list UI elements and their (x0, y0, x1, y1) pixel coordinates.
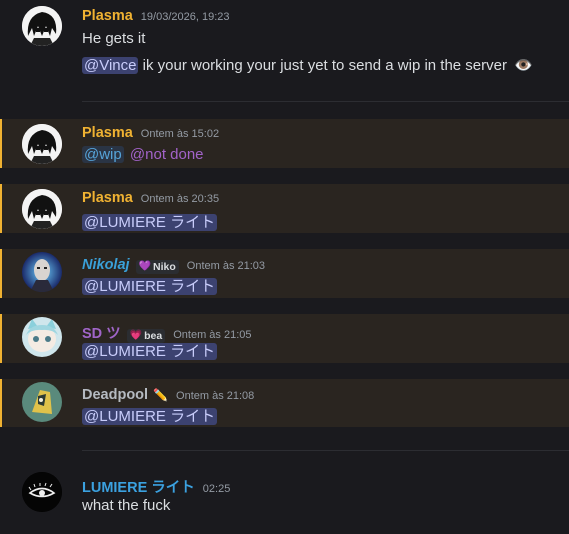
sd-avatar-icon[interactable] (22, 317, 62, 357)
message-text-2: @Vince ik your working your just yet to … (82, 56, 533, 74)
message-6: Deadpool ✏️ Ontem às 21:08 @LUMIERE ライト (0, 379, 569, 427)
divider (82, 101, 569, 102)
plasma-avatar-icon[interactable] (22, 124, 62, 164)
role-mention-wip[interactable]: @wip (82, 146, 124, 163)
message-body: ik your working your just yet to send a … (142, 57, 507, 74)
message-text: He gets it (82, 30, 146, 47)
divider (82, 450, 569, 451)
timestamp: Ontem às 15:02 (140, 128, 220, 140)
role-mention-not-done[interactable]: @not done (128, 146, 206, 163)
message-4: Nikolaj 💜 Niko Ontem às 21:03 @LUMIERE ライ… (0, 249, 569, 298)
user-mention[interactable]: @LUMIERE ライト (82, 343, 218, 360)
timestamp: Ontem às 20:35 (140, 193, 220, 205)
deadpool-avatar-icon[interactable] (22, 382, 62, 422)
timestamp: 19/03/2026, 19:23 (140, 11, 230, 23)
message-text: @LUMIERE ライト (82, 340, 218, 361)
message-2: Plasma Ontem às 15:02 @wip @not done (0, 119, 569, 168)
gem-icon: 💜 (138, 261, 151, 272)
author-name[interactable]: Nikolaj (82, 257, 130, 273)
plasma-avatar-icon[interactable] (22, 6, 62, 46)
user-mention[interactable]: @LUMIERE ライト (82, 214, 218, 231)
plasma-avatar-icon[interactable] (22, 189, 62, 229)
lumiere-avatar-icon[interactable] (22, 472, 62, 512)
author-name[interactable]: Plasma (82, 125, 133, 141)
message-text: @LUMIERE ライト (82, 211, 218, 232)
user-mention[interactable]: @LUMIERE ライト (82, 278, 218, 295)
message-text: what the fuck (82, 497, 171, 514)
author-name[interactable]: Deadpool (82, 387, 148, 403)
timestamp: Ontem às 21:03 (186, 260, 266, 272)
message-text: @LUMIERE ライト (82, 405, 218, 426)
message-5: SD ツ 💗 bea Ontem às 21:05 @LUMIERE ライト (0, 314, 569, 363)
author-name[interactable]: LUMIERE ライト (82, 476, 195, 497)
message-3: Plasma Ontem às 20:35 @LUMIERE ライト (0, 184, 569, 233)
author-name[interactable]: Plasma (82, 8, 133, 24)
message-7: LUMIERE ライト 02:25 what the fuck (0, 466, 569, 526)
user-mention[interactable]: @LUMIERE ライト (82, 408, 218, 425)
user-mention[interactable]: @Vince (82, 57, 139, 74)
author-name[interactable]: Plasma (82, 190, 133, 206)
message-1: Plasma 19/03/2026, 19:23 He gets it @Vin… (0, 0, 569, 92)
message-text: @wip @not done (82, 146, 206, 163)
server-tag[interactable]: 💜 Niko (135, 259, 179, 274)
timestamp: Ontem às 21:08 (176, 390, 255, 402)
pencil-emoji-icon: ✏️ (153, 388, 169, 402)
timestamp: 02:25 (202, 483, 231, 495)
tag-label: Niko (153, 260, 176, 273)
nikolaj-avatar-icon[interactable] (22, 252, 62, 292)
message-text: @LUMIERE ライト (82, 275, 218, 296)
eye-emoji-icon: 👁️ (514, 57, 533, 74)
